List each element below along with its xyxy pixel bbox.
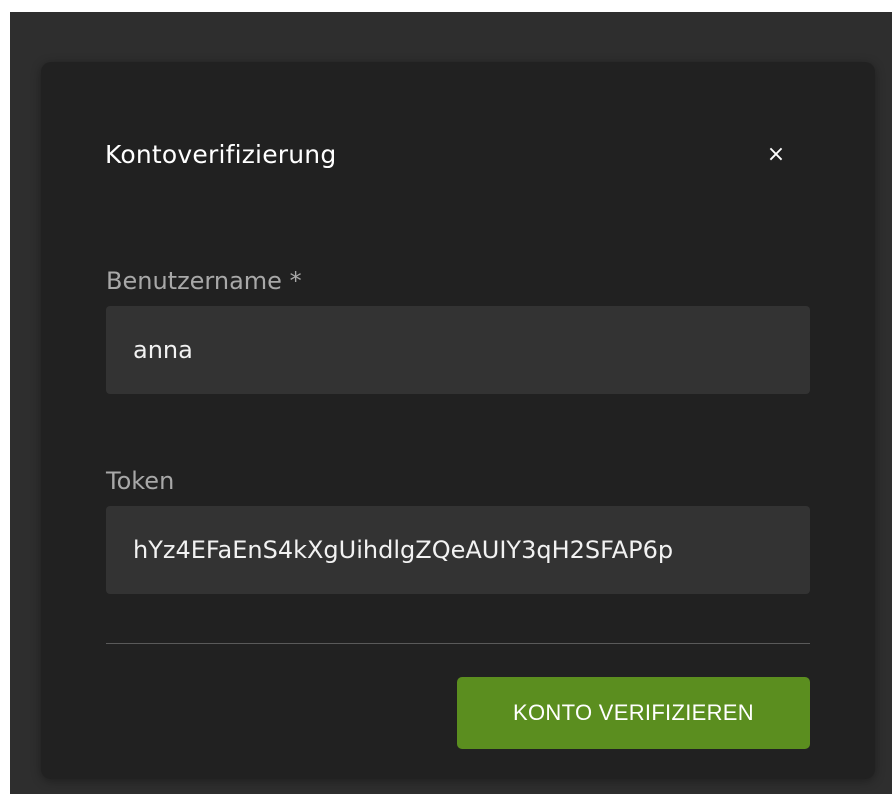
close-icon: × (766, 142, 786, 167)
divider (106, 643, 810, 644)
verify-account-button[interactable]: KONTO VERIFIZIEREN (457, 677, 810, 749)
token-input[interactable] (106, 506, 810, 594)
account-verification-dialog: Kontoverifizierung × Benutzername * Toke… (41, 62, 875, 779)
username-input[interactable] (106, 306, 810, 394)
username-label: Benutzername * (106, 267, 302, 295)
token-label: Token (106, 467, 175, 495)
dialog-title: Kontoverifizierung (105, 140, 337, 169)
close-button[interactable]: × (761, 139, 791, 171)
